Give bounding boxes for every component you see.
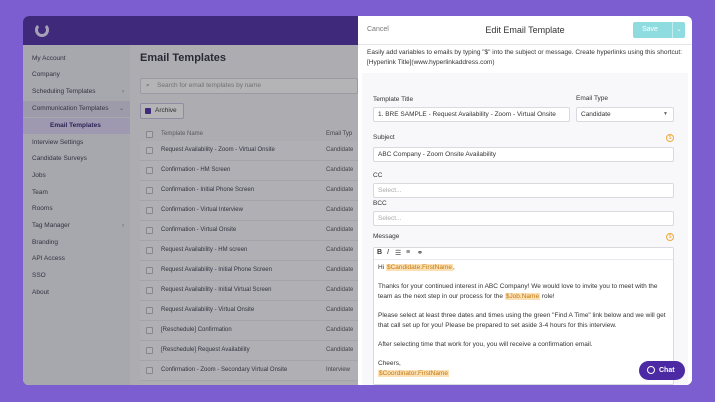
cc-select[interactable]: Select...: [373, 183, 674, 198]
bcc-label: BCC: [373, 200, 387, 207]
save-button[interactable]: Save ⌄: [633, 22, 685, 38]
variable-chip: $Coordinator.FirstName: [378, 370, 449, 377]
message-label: Message: [373, 233, 400, 240]
variables-hint: Easily add variables to emails by typing…: [367, 49, 682, 66]
bcc-select[interactable]: Select...: [373, 211, 674, 226]
subject-input[interactable]: ABC Company - Zoom Onsite Availability: [373, 147, 674, 162]
template-title-label: Template Title: [373, 96, 414, 103]
link-icon[interactable]: ⚭: [417, 249, 423, 257]
app-window: My Account Company Scheduling Templates ›…: [23, 16, 692, 385]
email-type-label: Email Type: [576, 95, 609, 102]
modal-backdrop[interactable]: [23, 16, 358, 385]
message-body[interactable]: Hi $Candidate.FirstName, Thanks for your…: [378, 263, 668, 379]
bold-icon[interactable]: B: [377, 249, 382, 256]
template-title-input[interactable]: 1. BRE SAMPLE - Request Availability - Z…: [373, 107, 570, 122]
chat-bubble-icon: [647, 366, 655, 374]
email-type-select[interactable]: Candidate ▼: [576, 107, 674, 122]
chat-button[interactable]: Chat: [639, 361, 685, 380]
template-form: Template Title 1. BRE SAMPLE - Request A…: [362, 73, 688, 385]
variable-chip: $Candidate.FirstName: [385, 264, 453, 271]
editor-toolbar: B I ☰ ≡ ⚭: [374, 248, 673, 260]
numbered-list-icon[interactable]: ≡: [406, 249, 410, 256]
cc-label: CC: [373, 172, 383, 179]
insert-variable-icon[interactable]: $: [666, 134, 674, 142]
caret-down-icon: ▼: [663, 111, 668, 117]
bullet-list-icon[interactable]: ☰: [395, 249, 401, 257]
save-options-chevron-icon[interactable]: ⌄: [672, 22, 685, 38]
edit-email-template-panel: Cancel Edit Email Template Save ⌄ Easily…: [358, 16, 692, 385]
message-editor[interactable]: B I ☰ ≡ ⚭ Hi $Candidate.FirstName, Thank…: [373, 247, 674, 385]
subject-label: Subject: [373, 134, 395, 141]
panel-header: Cancel Edit Email Template Save ⌄: [358, 16, 692, 45]
variable-chip: $Job.Name: [504, 293, 541, 300]
insert-variable-icon[interactable]: $: [666, 233, 674, 241]
italic-icon[interactable]: I: [387, 249, 389, 256]
